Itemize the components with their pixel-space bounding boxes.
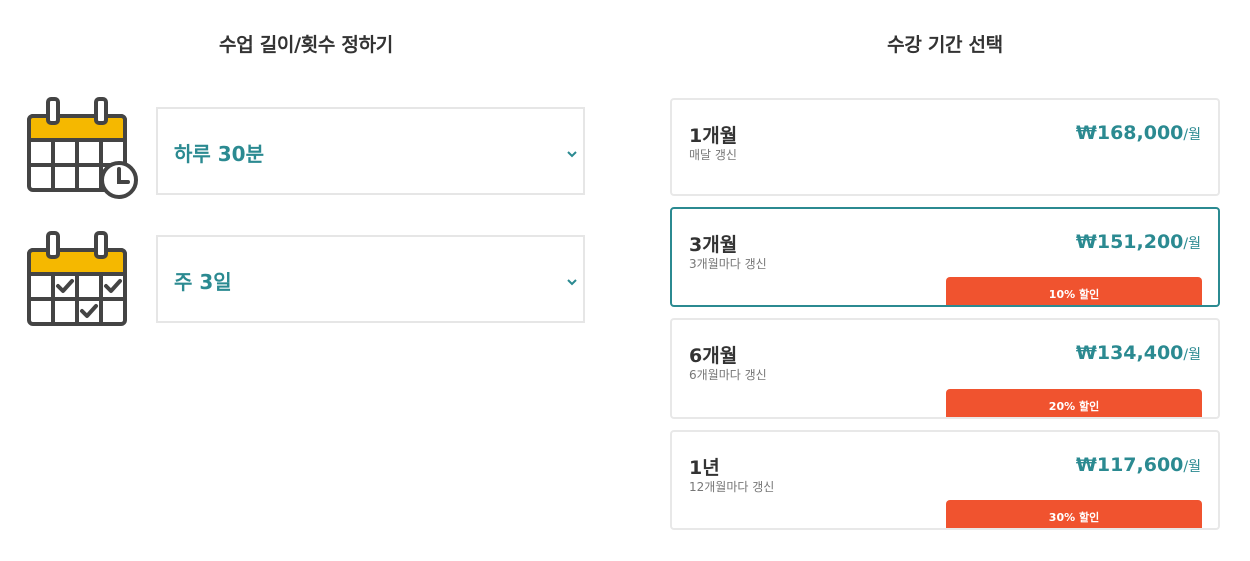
plan-renewal: 12개월마다 갱신 xyxy=(689,480,775,494)
plan-card-1-month[interactable]: 1개월 매달 갱신 ₩168,000/월 xyxy=(670,98,1220,196)
lesson-settings-title: 수업 길이/횟수 정하기 xyxy=(219,34,393,56)
plan-card-3-months[interactable]: 3개월 3개월마다 갱신 ₩151,200/월 10% 할인 xyxy=(670,207,1220,307)
plan-price: ₩168,000/월 xyxy=(1075,122,1201,144)
lesson-duration-value: 하루 30분 xyxy=(174,142,264,166)
chevron-down-icon xyxy=(565,273,579,286)
plan-renewal: 6개월마다 갱신 xyxy=(689,368,767,382)
plan-price: ₩151,200/월 xyxy=(1075,231,1201,253)
plan-name: 1개월 xyxy=(689,125,738,147)
discount-badge: 10% 할인 xyxy=(946,277,1202,305)
lesson-frequency-value: 주 3일 xyxy=(174,270,232,294)
discount-badge: 20% 할인 xyxy=(946,389,1202,417)
plan-card-1-year[interactable]: 1년 12개월마다 갱신 ₩117,600/월 30% 할인 xyxy=(670,430,1220,530)
plan-price: ₩134,400/월 xyxy=(1075,342,1201,364)
plan-period-title: 수강 기간 선택 xyxy=(887,34,1003,56)
plan-price: ₩117,600/월 xyxy=(1075,454,1201,476)
plan-renewal: 3개월마다 갱신 xyxy=(689,257,767,271)
lesson-frequency-select[interactable]: 주 3일 xyxy=(156,235,585,323)
plan-name: 3개월 xyxy=(689,234,738,256)
calendar-check-icon xyxy=(26,230,140,334)
plan-card-6-months[interactable]: 6개월 6개월마다 갱신 ₩134,400/월 20% 할인 xyxy=(670,318,1220,419)
plan-renewal: 매달 갱신 xyxy=(689,148,737,162)
plan-name: 1년 xyxy=(689,457,720,479)
plan-name: 6개월 xyxy=(689,345,738,367)
chevron-down-icon xyxy=(565,145,579,158)
calendar-clock-icon xyxy=(26,96,140,200)
lesson-duration-select[interactable]: 하루 30분 xyxy=(156,107,585,195)
discount-badge: 30% 할인 xyxy=(946,500,1202,528)
